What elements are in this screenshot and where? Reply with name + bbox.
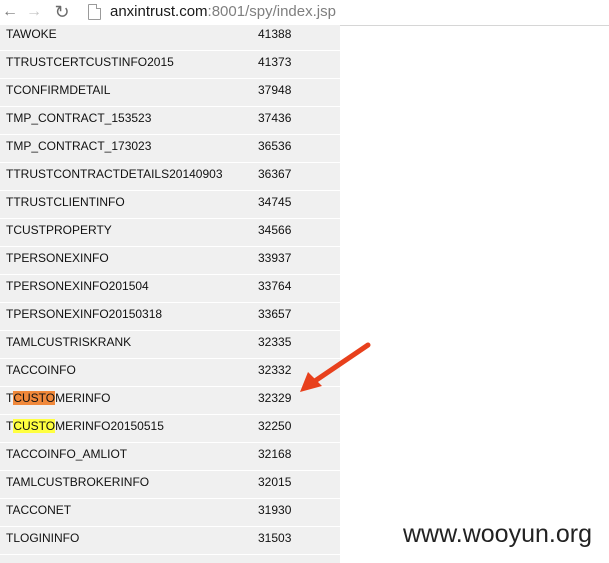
row-count: 31930 bbox=[258, 503, 292, 517]
row-count: 36536 bbox=[258, 139, 292, 153]
table-name: TCUSTOMERINFO20150515 bbox=[6, 419, 164, 433]
row-count: 32168 bbox=[258, 447, 292, 461]
table-name: TMP_CONTRACT_173023 bbox=[6, 139, 152, 153]
row-count: 32250 bbox=[258, 419, 292, 433]
table-name: TACCOINFO bbox=[6, 363, 76, 377]
url-path: :8001/spy/index.jsp bbox=[207, 3, 336, 20]
table-name: TLOGININFO bbox=[6, 531, 80, 545]
table-list: TAWOKE 41388 TTRUSTCERTCUSTINFO2015 41373 … bbox=[0, 25, 340, 563]
row-count: 33937 bbox=[258, 251, 292, 265]
table-name: TCONFIRMDETAIL bbox=[6, 83, 111, 97]
row-count: 34566 bbox=[258, 223, 292, 237]
back-arrow-icon[interactable]: ← bbox=[0, 2, 20, 22]
table-name: TTRUSTCONTRACTDETAILS20140903 bbox=[6, 167, 223, 181]
page-icon bbox=[88, 4, 101, 20]
table-name: TMP_CONTRACT_153523 bbox=[6, 111, 152, 125]
row-count: 41373 bbox=[258, 55, 292, 69]
row-count: 37436 bbox=[258, 111, 292, 125]
url-text[interactable]: anxintrust.com:8001/spy/index.jsp bbox=[110, 3, 336, 20]
table-row-highlighted: TCUSTOMERINFO20150515 32250 bbox=[0, 415, 340, 443]
table-row: TACCONET 31930 bbox=[0, 499, 340, 527]
row-count: 33657 bbox=[258, 307, 292, 321]
row-count: 37948 bbox=[258, 83, 292, 97]
table-row: TMP_CONTRACT_173023 36536 bbox=[0, 135, 340, 163]
table-row: TMP_CONTRACT_153523 37436 bbox=[0, 107, 340, 135]
table-row-highlighted: TCUSTOMERINFO 32329 bbox=[0, 387, 340, 415]
row-count: 33764 bbox=[258, 279, 292, 293]
table-name: TAWOKE bbox=[6, 27, 57, 41]
reload-icon[interactable]: ↻ bbox=[52, 2, 72, 22]
name-suffix: MERINFO bbox=[55, 391, 111, 405]
row-count: 34745 bbox=[258, 195, 292, 209]
table-row: TAMLCUSTBROKERINFO 32015 bbox=[0, 471, 340, 499]
table-row: TPERSONEXINFO20150318 33657 bbox=[0, 303, 340, 331]
url-host: anxintrust.com bbox=[110, 3, 208, 20]
table-row: TTRUSTCERTCUSTINFO2015 41373 bbox=[0, 51, 340, 79]
table-row: TACCOINFO_AMLIOT 32168 bbox=[0, 443, 340, 471]
name-suffix: MERINFO20150515 bbox=[55, 419, 164, 433]
table-name: TACCONET bbox=[6, 503, 72, 517]
table-row: TTRUSTCLIENTINFO 34745 bbox=[0, 191, 340, 219]
forward-arrow-icon[interactable]: → bbox=[24, 2, 44, 22]
row-count: 32329 bbox=[258, 391, 292, 405]
table-name: TACCOINFO_AMLIOT bbox=[6, 447, 128, 461]
table-row: TAWOKE 41388 bbox=[0, 25, 340, 51]
table-name: TCUSTPROPERTY bbox=[6, 223, 112, 237]
table-row: TTRUSTCONTRACTDETAILS20140903 36367 bbox=[0, 163, 340, 191]
browser-toolbar: ← → ↻ anxintrust.com:8001/spy/index.jsp bbox=[0, 0, 609, 26]
table-name: TPERSONEXINFO20150318 bbox=[6, 307, 163, 321]
search-highlight: CUSTO bbox=[13, 419, 56, 433]
annotation-arrow-icon bbox=[300, 342, 371, 392]
table-row: TCONFIRMDETAIL 37948 bbox=[0, 79, 340, 107]
table-name: TAMLCUSTBROKERINFO bbox=[6, 475, 150, 489]
table-row: TPERSONEXINFO 33937 bbox=[0, 247, 340, 275]
table-row: TCUSTPROPERTY 34566 bbox=[0, 219, 340, 247]
table-name: TCUSTOMERINFO bbox=[6, 391, 110, 405]
table-name: TPERSONEXINFO bbox=[6, 251, 109, 265]
row-count: 32015 bbox=[258, 475, 292, 489]
table-name: TAMLCUSTRISKRANK bbox=[6, 335, 132, 349]
table-row: TACCOINFO 32332 bbox=[0, 359, 340, 387]
table-name: TTRUSTCERTCUSTINFO2015 bbox=[6, 55, 174, 69]
table-name: TPERSONEXINFO201504 bbox=[6, 279, 149, 293]
search-highlight: CUSTO bbox=[13, 391, 56, 405]
table-row: TPERSONEXINFO201504 33764 bbox=[0, 275, 340, 303]
row-count: 36367 bbox=[258, 167, 292, 181]
row-count: 41388 bbox=[258, 27, 292, 41]
row-count: 31503 bbox=[258, 531, 292, 545]
table-row: TLOGININFO 31503 bbox=[0, 527, 340, 555]
row-count: 32332 bbox=[258, 363, 292, 377]
address-bar[interactable]: anxintrust.com:8001/spy/index.jsp bbox=[82, 0, 609, 24]
table-row: TAMLCUSTRISKRANK 32335 bbox=[0, 331, 340, 359]
watermark: www.wooyun.org bbox=[403, 520, 592, 548]
table-name: TTRUSTCLIENTINFO bbox=[6, 195, 125, 209]
row-count: 32335 bbox=[258, 335, 292, 349]
